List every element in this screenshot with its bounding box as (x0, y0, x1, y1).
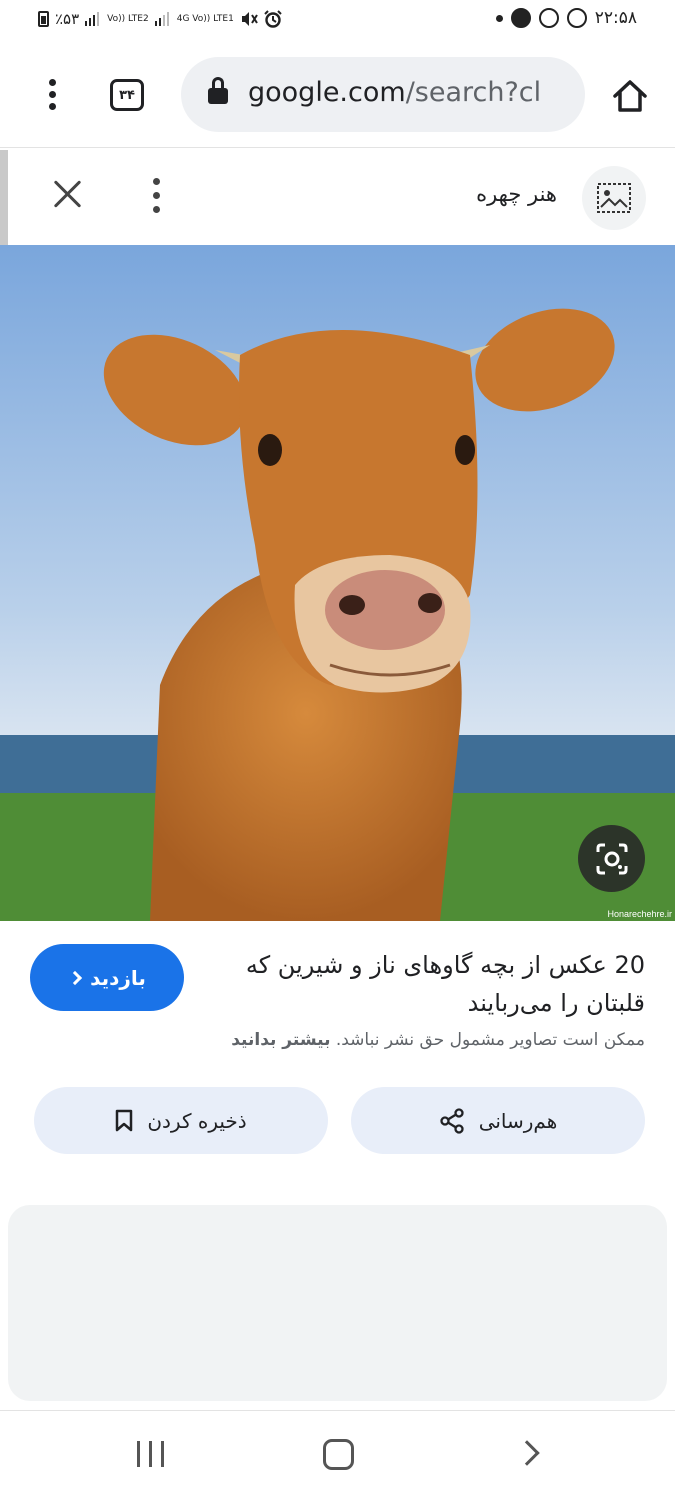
result-image[interactable]: Honarechehre.ir (0, 245, 675, 921)
visit-label: بازدید (90, 965, 146, 990)
copyright-notice: ممکن است تصاویر مشمول حق نشر نباشد. بیشت… (145, 1030, 645, 1050)
lock-icon (208, 77, 228, 104)
url-domain: google.com (248, 77, 406, 108)
mute-icon (241, 12, 258, 26)
related-content-placeholder (8, 1205, 667, 1401)
lens-camera-icon (596, 843, 627, 874)
visit-button[interactable]: بازدید (30, 944, 184, 1011)
url-text[interactable]: google.com/search?cl (248, 77, 548, 108)
bookmark-icon (116, 1109, 133, 1131)
address-bar[interactable]: google.com/search?cl (181, 57, 585, 132)
whatsapp-icon (538, 8, 559, 28)
learn-more-link[interactable]: بیشتر بدانید (231, 1030, 330, 1050)
status-bar: ٪۵۳ Vo)) LTE2 4G Vo)) LTE1 ۲۲:۵۸ (0, 0, 675, 42)
recent-apps-icon[interactable] (137, 1441, 165, 1467)
share-label: هم‌رسانی (478, 1108, 558, 1133)
whatsapp-business-icon (566, 8, 587, 28)
save-label: ذخیره کردن (147, 1108, 247, 1133)
network-label-2: Vo)) LTE2 (107, 13, 149, 24)
status-left: ٪۵۳ Vo)) LTE2 4G Vo)) LTE1 (38, 10, 282, 28)
tab-switcher-button[interactable]: ۳۴ (110, 79, 144, 111)
notification-dot-icon (495, 14, 503, 22)
share-button[interactable]: هم‌رسانی (351, 1087, 645, 1154)
battery-icon (38, 11, 49, 27)
battery-level: ٪۵۳ (55, 10, 80, 28)
source-favicon[interactable] (582, 166, 646, 230)
home-icon[interactable] (610, 76, 650, 116)
back-icon[interactable] (514, 1440, 540, 1466)
google-lens-button[interactable] (578, 825, 645, 892)
source-name[interactable]: هنر چهره (476, 182, 557, 206)
clock: ۲۲:۵۸ (594, 8, 637, 28)
alarm-icon (264, 10, 282, 28)
home-button-icon[interactable] (323, 1439, 354, 1470)
status-right: ۲۲:۵۸ (495, 8, 637, 28)
browser-toolbar: ۳۴ google.com/search?cl (0, 42, 675, 148)
share-icon (440, 1107, 464, 1134)
image-gallery-icon (597, 183, 631, 213)
viewer-header: هنر چهره (0, 150, 675, 245)
signal-icon-2 (154, 12, 169, 26)
image-watermark: Honarechehre.ir (607, 909, 672, 919)
browser-menu-button[interactable] (40, 76, 66, 114)
network-label-1: 4G Vo)) LTE1 (176, 13, 234, 24)
chrome-icon (510, 8, 531, 28)
signal-icon (85, 12, 100, 26)
system-nav-bar (0, 1410, 675, 1500)
save-button[interactable]: ذخیره کردن (34, 1087, 328, 1154)
more-options-icon[interactable] (150, 178, 164, 214)
chevron-left-icon (67, 970, 83, 985)
cow-photo: Honarechehre.ir (0, 245, 675, 921)
url-path: /search?cl (405, 77, 542, 108)
result-title[interactable]: 20 عکس از بچه گاوهای ناز و شیرین که قلبت… (205, 946, 645, 1022)
tab-count: ۳۴ (119, 87, 135, 103)
close-icon[interactable] (51, 178, 83, 210)
copyright-text: ممکن است تصاویر مشمول حق نشر نباشد. (335, 1030, 645, 1050)
